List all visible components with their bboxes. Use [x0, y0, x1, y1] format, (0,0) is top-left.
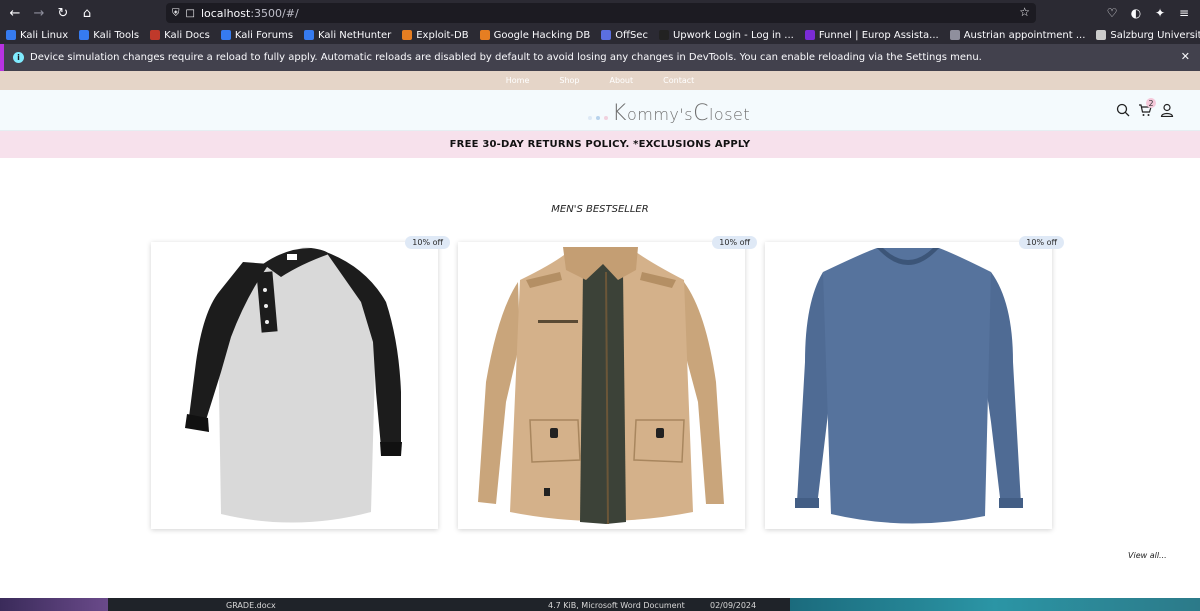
bookmark-label: Kali Forums: [234, 29, 294, 41]
khaki-jacket-image: [478, 247, 724, 525]
site-header: Kommy'sCloset 2: [0, 90, 1200, 131]
logo-text: Kommy'sCloset: [612, 101, 751, 126]
blue-vneck-longsleeve-image: [795, 248, 1023, 524]
section-title: MEN'S BESTSELLER: [551, 204, 649, 215]
bookmark-item[interactable]: Kali Docs: [150, 30, 210, 41]
bookmark-favicon-icon: [220, 30, 231, 40]
logo-dot: [596, 116, 600, 120]
bookmark-item[interactable]: Funnel | Europ Assista...: [804, 29, 939, 41]
bookmark-item[interactable]: Austrian appointment ...: [949, 29, 1086, 41]
bookmarks-bar: Kali Linux Kali Tools Kali Docs Kali Forums…: [0, 26, 1200, 44]
discount-badge: 10% off: [405, 236, 450, 249]
product-card[interactable]: 10% off: [458, 236, 757, 529]
bookmark-label: Funnel | Europ Assista...: [818, 29, 939, 41]
taskbar-date: 02/09/2024: [710, 601, 757, 610]
bookmark-item[interactable]: Google Hacking DB: [479, 29, 591, 41]
home-icon[interactable]: ⌂: [75, 1, 99, 25]
shield-icon[interactable]: ⛨: [172, 8, 180, 19]
page-icon: □: [185, 7, 195, 19]
bookmark-label: Austrian appointment ...: [963, 29, 1086, 41]
nav-contact[interactable]: Contact: [663, 76, 694, 85]
bookmark-label: Kali Linux: [20, 29, 69, 41]
bookmark-item[interactable]: Kali Forums: [220, 29, 294, 41]
bookmark-item[interactable]: Salzburg University of ...: [1096, 30, 1200, 41]
bookmark-favicon-icon: [479, 30, 490, 40]
search-icon[interactable]: [1116, 102, 1130, 117]
promo-text: FREE 30-DAY RETURNS POLICY. *EXCLUSIONS …: [449, 139, 751, 150]
taskbar: GRADE.docx 4.7 KiB, Microsoft Word Docum…: [0, 598, 1200, 611]
product-card[interactable]: 10% off: [151, 236, 450, 529]
bookmark-favicon-icon: [6, 30, 16, 40]
bookmark-favicon-icon: [658, 30, 669, 40]
close-icon[interactable]: ✕: [1181, 50, 1190, 63]
bookmark-label: Kali Docs: [164, 29, 210, 41]
bookmark-item[interactable]: Kali NetHunter: [304, 30, 391, 41]
taskbar-wallpaper-left: [0, 598, 108, 611]
taskbar-wallpaper-right: [790, 598, 1200, 611]
bookmark-label: Upwork Login - Log in ...: [672, 29, 794, 41]
nav-home[interactable]: Home: [506, 76, 530, 85]
bookmark-item[interactable]: Kali Tools: [79, 30, 139, 41]
info-icon: i: [13, 52, 24, 63]
nav-shop[interactable]: Shop: [559, 76, 579, 85]
url-bar[interactable]: ⛨ □ localhost:3500/#/ ☆: [166, 3, 1036, 23]
user-icon[interactable]: [1160, 102, 1174, 118]
bookmark-favicon-icon: [601, 30, 612, 40]
cart-count-badge: 2: [1146, 98, 1156, 108]
bookmark-label: Kali Tools: [93, 29, 140, 41]
url-text[interactable]: localhost:3500/#/: [201, 7, 299, 20]
devtools-info-bar: i Device simulation changes require a re…: [0, 44, 1200, 71]
reload-icon[interactable]: ↻: [51, 1, 75, 25]
forward-arrow-icon[interactable]: →: [27, 1, 51, 25]
bookmark-label: Google Hacking DB: [493, 29, 591, 41]
bookmark-favicon-icon: [150, 30, 161, 40]
view-all-link[interactable]: View all...: [1128, 551, 1167, 560]
taskbar-file-info: 4.7 KiB, Microsoft Word Document: [548, 601, 685, 610]
bookmark-label: Exploit-DB: [416, 29, 469, 41]
pocket-icon[interactable]: ♡: [1100, 1, 1124, 25]
extensions-icon[interactable]: ✦: [1148, 1, 1172, 25]
bookmark-label: OffSec: [615, 29, 648, 41]
discount-badge: 10% off: [1019, 236, 1064, 249]
info-message: Device simulation changes require a relo…: [30, 52, 982, 63]
bookmark-item[interactable]: Exploit-DB: [402, 29, 469, 41]
bookmark-favicon-icon: [304, 30, 315, 40]
bookmark-favicon-icon: [79, 30, 90, 40]
menu-icon[interactable]: ≡: [1172, 1, 1196, 25]
bookmark-label: Kali NetHunter: [318, 29, 392, 41]
promo-banner: FREE 30-DAY RETURNS POLICY. *EXCLUSIONS …: [0, 131, 1200, 158]
account-icon[interactable]: ◐: [1124, 1, 1148, 25]
bookmark-favicon-icon: [402, 30, 413, 40]
back-arrow-icon[interactable]: ←: [3, 1, 27, 25]
bookmark-favicon-icon: [949, 30, 960, 40]
site-nav: Home Shop About Contact: [0, 71, 1200, 90]
product-card[interactable]: 10% off: [765, 236, 1064, 529]
bookmark-item[interactable]: Upwork Login - Log in ...: [658, 29, 794, 41]
site-logo[interactable]: Kommy'sCloset: [588, 98, 750, 126]
cart-icon[interactable]: 2: [1138, 98, 1156, 116]
discount-badge: 10% off: [712, 236, 757, 249]
bookmark-favicon-icon: [1096, 30, 1107, 40]
taskbar-file-name[interactable]: GRADE.docx: [226, 601, 276, 610]
bookmark-favicon-icon: [804, 30, 815, 40]
nav-about[interactable]: About: [609, 76, 633, 85]
logo-dot: [588, 116, 592, 120]
bookmark-item[interactable]: OffSec: [601, 30, 648, 41]
bookmark-star-icon[interactable]: ☆: [1019, 5, 1030, 19]
logo-dot: [604, 116, 608, 120]
bookmark-label: Salzburg University of ...: [1110, 29, 1200, 41]
browser-toolbar: ← → ↻ ⌂ ⛨ □ localhost:3500/#/ ☆ ♡ ◐ ✦ ≡: [0, 0, 1200, 26]
bookmark-item[interactable]: Kali Linux: [6, 30, 68, 41]
raglan-henley-shirt-image: [185, 247, 402, 523]
